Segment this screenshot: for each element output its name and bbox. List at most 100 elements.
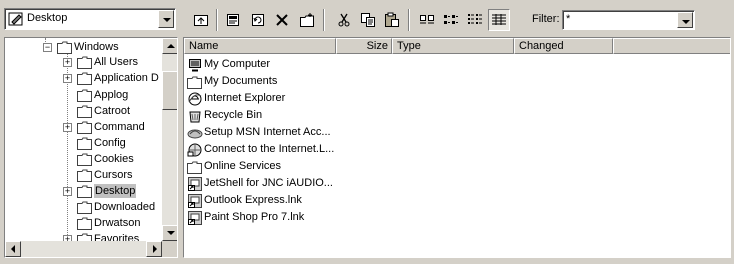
folder-icon: [77, 89, 92, 102]
filter-combo[interactable]: *: [562, 10, 695, 30]
folder-icon: [77, 169, 92, 182]
delete-button[interactable]: [271, 9, 293, 31]
column-header-type[interactable]: Type: [392, 38, 514, 54]
folder-icon: [77, 137, 92, 150]
copy-icon: [361, 13, 375, 27]
refresh-button[interactable]: [247, 9, 269, 31]
properties-icon: [227, 14, 239, 26]
file-name: Recycle Bin: [204, 109, 263, 121]
file-list-item[interactable]: My Documents: [187, 73, 339, 90]
scrollbar-corner: [162, 241, 177, 257]
tree-item-label: Windows: [74, 41, 119, 53]
properties-button[interactable]: [222, 9, 244, 31]
file-name: Online Services: [204, 160, 282, 172]
shortcut-icon: [188, 211, 202, 225]
up-folder-icon: [194, 15, 208, 26]
file-list-item[interactable]: Recycle Bin: [187, 107, 339, 124]
new-folder-button[interactable]: [296, 9, 318, 31]
pane-splitter[interactable]: [178, 37, 182, 258]
scroll-left-button[interactable]: [5, 241, 21, 257]
copy-button[interactable]: [357, 9, 379, 31]
up-one-level-button[interactable]: [190, 9, 212, 31]
tree-item-label: All Users: [94, 56, 139, 68]
expand-plus-icon[interactable]: +: [63, 58, 72, 67]
column-header-filler: [613, 38, 730, 54]
list-icon: [468, 14, 482, 24]
location-combo[interactable]: Desktop: [4, 8, 176, 30]
tree-item-label: Application D: [94, 72, 159, 84]
file-list-item[interactable]: Outlook Express.lnk: [187, 192, 339, 209]
scroll-right-button[interactable]: [146, 241, 162, 257]
file-list-item[interactable]: JetShell for JNC iAUDIO...: [187, 175, 339, 192]
file-list-item[interactable]: Paint Shop Pro 7.lnk: [187, 209, 339, 226]
toolbar-separator: [323, 9, 325, 31]
file-list-item[interactable]: My Computer: [187, 56, 339, 73]
file-name: My Documents: [204, 75, 278, 87]
details-icon: [492, 14, 506, 25]
details-view-button[interactable]: [488, 9, 510, 31]
file-list-item[interactable]: Internet Explorer: [187, 90, 339, 107]
folder-icon: [77, 185, 92, 198]
file-list-pane[interactable]: Name Size Type Changed My Computer My Doc…: [183, 37, 731, 258]
large-icons-view-button[interactable]: [416, 9, 438, 31]
new-folder-icon: [300, 13, 314, 27]
tree-item-label: Config: [94, 137, 126, 149]
tree-item-label: Downloaded: [94, 201, 156, 213]
recycle-bin-icon: [189, 111, 201, 123]
scroll-thumb[interactable]: [162, 71, 177, 110]
folder-icon: [77, 105, 92, 118]
list-view-button[interactable]: [464, 9, 486, 31]
file-name: Internet Explorer: [204, 92, 286, 104]
small-icons-icon: [444, 15, 458, 24]
large-icons-icon: [420, 15, 434, 24]
file-name: Connect to the Internet.L...: [204, 143, 335, 155]
column-header-size[interactable]: Size: [336, 38, 392, 54]
delete-icon: [276, 14, 288, 26]
filter-dropdown-button[interactable]: [677, 12, 693, 28]
column-header-name[interactable]: Name: [184, 38, 336, 54]
collapse-minus-icon[interactable]: −: [43, 43, 52, 52]
small-icons-view-button[interactable]: [440, 9, 462, 31]
cut-button[interactable]: [333, 9, 355, 31]
folder-icon: [77, 121, 92, 134]
tree-item-label: Desktop: [94, 184, 137, 198]
column-header-changed[interactable]: Changed: [514, 38, 613, 54]
scroll-down-button[interactable]: [162, 225, 177, 241]
tree-item-label: Catroot: [94, 105, 131, 117]
scroll-up-button[interactable]: [162, 38, 177, 54]
folder-icon: [57, 41, 72, 54]
file-name: Setup MSN Internet Acc...: [204, 126, 331, 138]
connect-icon: [187, 143, 202, 157]
computer-icon: [189, 59, 201, 72]
file-name: Paint Shop Pro 7.lnk: [204, 211, 305, 223]
scissors-icon: [338, 13, 350, 27]
file-name: Outlook Express.lnk: [204, 194, 302, 206]
folder-icon: [77, 72, 92, 85]
location-combo-value: Desktop: [27, 12, 68, 24]
file-list-item[interactable]: Online Services: [187, 158, 339, 175]
tree-item-label: Cookies: [94, 153, 134, 165]
tree-item-label: Command: [94, 121, 145, 133]
filter-value: *: [566, 13, 571, 25]
file-name: My Computer: [204, 58, 271, 70]
expand-plus-icon[interactable]: +: [63, 187, 72, 196]
folder-icon: [187, 76, 202, 89]
msn-icon: [187, 129, 203, 139]
expand-plus-icon[interactable]: +: [63, 123, 72, 132]
file-name: JetShell for JNC iAUDIO...: [204, 177, 333, 189]
tree-horizontal-scrollbar[interactable]: [5, 241, 162, 257]
folder-icon: [77, 217, 92, 230]
tree-vertical-scrollbar[interactable]: [162, 38, 177, 241]
file-list-item[interactable]: Connect to the Internet.L...: [187, 141, 339, 158]
folder-icon: [187, 161, 202, 174]
column-header-size-label: Size: [366, 40, 388, 52]
shortcut-icon: [188, 177, 202, 191]
folder-tree-pane[interactable]: Windows − All Users + Application D + Applog Ca…: [4, 37, 178, 258]
tree-item-label: Applog: [94, 89, 129, 101]
folder-icon: [77, 153, 92, 166]
file-list-item[interactable]: Setup MSN Internet Acc...: [187, 124, 339, 141]
expand-plus-icon[interactable]: +: [63, 74, 72, 83]
location-dropdown-button[interactable]: [158, 10, 174, 28]
folder-icon: [77, 56, 92, 69]
paste-button[interactable]: [381, 9, 403, 31]
